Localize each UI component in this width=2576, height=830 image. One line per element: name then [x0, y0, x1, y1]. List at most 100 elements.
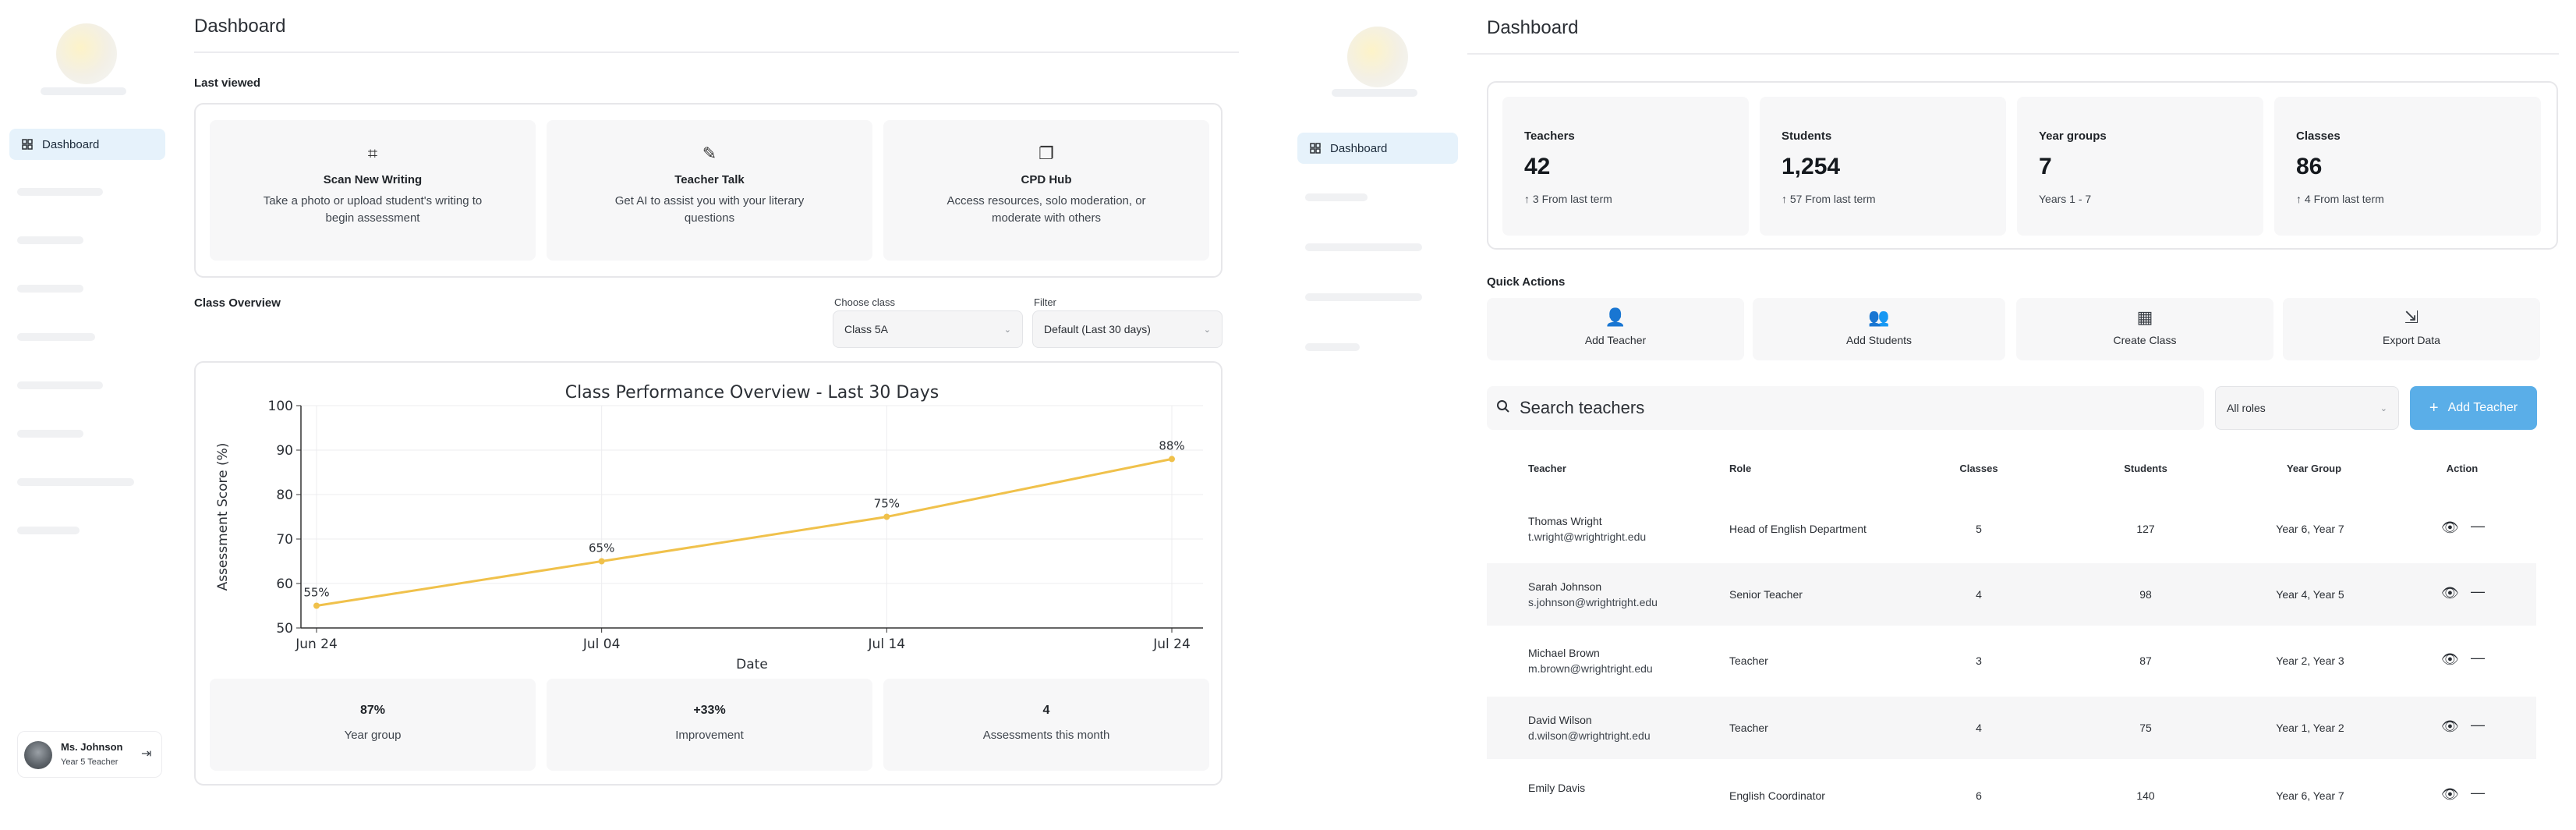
sidebar-item-placeholder[interactable]	[1305, 293, 1422, 301]
kpi-card-classes: Classes 86 ↑ 4 From last term	[2274, 97, 2541, 236]
x-tick-label: Jul 24	[1152, 637, 1191, 652]
app-logo	[1347, 27, 1408, 87]
users-icon: 👥	[1868, 307, 1890, 327]
kpi-value: 1,254	[1782, 154, 1841, 179]
search-input[interactable]: Search teachers	[1487, 386, 2204, 430]
copy-icon: ❐	[1039, 144, 1054, 163]
tile-cpd-hub[interactable]: ❐ CPD Hub Access resources, solo moderat…	[883, 120, 1209, 261]
minus-icon[interactable]: —	[2471, 717, 2485, 733]
eye-icon[interactable]: 👁	[2441, 520, 2459, 536]
sidebar-item-placeholder[interactable]	[1305, 343, 1360, 351]
sidebar-item-label: Dashboard	[42, 137, 100, 151]
sidebar-item-placeholder[interactable]	[17, 527, 80, 534]
filter-value: Default (Last 30 days)	[1044, 323, 1151, 335]
sidebar-item-placeholder[interactable]	[17, 381, 103, 389]
kpi-label: Students	[1782, 129, 1832, 143]
tile-teacher-talk[interactable]: ✎ Teacher Talk Get AI to assist you with…	[547, 120, 872, 261]
x-axis-label: Date	[736, 657, 768, 672]
choose-class-label: Choose class	[834, 296, 896, 308]
quick-action-export-data[interactable]: ⇲ Export Data	[2283, 298, 2540, 360]
teacher-students: 140	[2136, 789, 2155, 802]
search-icon	[1496, 398, 1510, 418]
stat-value: +33%	[693, 704, 726, 717]
minus-icon[interactable]: —	[2471, 650, 2485, 666]
eye-icon[interactable]: 👁	[2441, 786, 2459, 803]
arrow-up-icon: ↑	[1782, 193, 1787, 205]
teacher-students: 75	[2139, 722, 2152, 734]
sidebar-item-placeholder[interactable]	[17, 333, 95, 341]
table-row[interactable]: Michael Brown m.brown@wrightright.edu Te…	[1487, 630, 2536, 692]
table-row[interactable]: David Wilson d.wilson@wrightright.edu Te…	[1487, 697, 2536, 759]
teacher-role: Teacher	[1729, 654, 1768, 667]
choose-class-select[interactable]: Class 5A ⌄	[833, 310, 1023, 348]
teacher-name: Sarah Johnson	[1528, 580, 1602, 593]
export-icon: ⇲	[2404, 307, 2419, 327]
sidebar-item-dashboard[interactable]: Dashboard	[9, 129, 165, 160]
stat-card: 4 Assessments this month	[883, 679, 1209, 771]
stat-label: Assessments this month	[982, 729, 1110, 742]
quick-action-add-students[interactable]: 👥 Add Students	[1753, 298, 2005, 360]
teacher-year-group: Year 2, Year 3	[2276, 654, 2344, 667]
eye-icon[interactable]: 👁	[2441, 585, 2459, 601]
sidebar-item-placeholder[interactable]	[1305, 193, 1368, 201]
minus-icon[interactable]: —	[2471, 518, 2485, 534]
teacher-name: David Wilson	[1528, 714, 1592, 726]
add-teacher-button[interactable]: + Add Teacher	[2410, 386, 2537, 430]
minus-icon[interactable]: —	[2471, 583, 2485, 600]
teacher-role: Senior Teacher	[1729, 588, 1803, 601]
tile-description: Get AI to assist you with your literary q…	[614, 194, 805, 225]
teacher-email: m.brown@wrightright.edu	[1528, 662, 1653, 675]
tile-title: Scan New Writing	[323, 173, 423, 186]
sidebar-item-placeholder[interactable]	[17, 236, 83, 244]
kpi-card-year-groups: Year groups 7 Years 1 - 7	[2017, 97, 2263, 236]
kpi-panel: Teachers 42 ↑ 3 From last term Students …	[1487, 81, 2558, 250]
teacher-role: English Coordinator	[1729, 789, 1825, 802]
left-sidebar: Dashboard Ms. Johnson Year 5 Teacher ⇥	[0, 0, 175, 830]
roles-select[interactable]: All roles ⌄	[2215, 386, 2399, 430]
quick-action-create-class[interactable]: ▦ Create Class	[2016, 298, 2273, 360]
y-tick-label: 80	[276, 488, 293, 503]
class-overview-panel: Class Performance Overview - Last 30 Day…	[194, 361, 1223, 786]
minus-icon[interactable]: —	[2471, 785, 2485, 801]
teacher-name: Emily Davis	[1528, 782, 1586, 794]
user-card[interactable]: Ms. Johnson Year 5 Teacher ⇥	[17, 731, 162, 778]
eye-icon[interactable]: 👁	[2441, 718, 2459, 735]
kpi-sub: ↑ 57 From last term	[1782, 193, 1876, 205]
sidebar-item-placeholder[interactable]	[17, 285, 83, 293]
tile-scan-new-writing[interactable]: ⌗ Scan New Writing Take a photo or uploa…	[210, 120, 536, 261]
quick-action-add-teacher[interactable]: 👤 Add Teacher	[1487, 298, 1744, 360]
quick-action-label: Add Students	[1845, 334, 1913, 346]
user-name: Ms. Johnson	[61, 741, 123, 753]
filter-select[interactable]: Default (Last 30 days) ⌄	[1032, 310, 1223, 348]
sidebar-item-placeholder[interactable]	[17, 188, 103, 196]
teacher-classes: 5	[1976, 523, 1982, 535]
sidebar-item-placeholder[interactable]	[17, 430, 83, 438]
eye-icon[interactable]: 👁	[2441, 651, 2459, 668]
scan-icon: ⌗	[367, 144, 378, 163]
logout-icon[interactable]: ⇥	[141, 746, 151, 761]
teacher-name: Thomas Wright	[1528, 515, 1602, 527]
teacher-classes: 4	[1976, 722, 1982, 734]
right-sidebar: Dashboard	[1286, 0, 1466, 830]
table-header-role: Role	[1729, 463, 1752, 474]
arrow-up-icon: ↑	[2296, 193, 2302, 205]
user-role: Year 5 Teacher	[61, 757, 119, 767]
teacher-email: d.wilson@wrightright.edu	[1528, 729, 1651, 742]
sidebar-item-placeholder[interactable]	[17, 478, 134, 486]
data-point	[598, 558, 605, 565]
teacher-year-group: Year 6, Year 7	[2276, 789, 2344, 802]
sidebar-item-placeholder[interactable]	[1305, 243, 1422, 251]
quick-action-label: Add Teacher	[1584, 334, 1647, 346]
data-point	[1169, 456, 1175, 463]
x-tick-label: Jul 14	[868, 637, 906, 652]
data-label: 75%	[874, 497, 900, 511]
sidebar-item-dashboard[interactable]: Dashboard	[1297, 133, 1458, 164]
table-row[interactable]: Thomas Wright t.wright@wrightright.edu H…	[1487, 498, 2536, 560]
x-tick-label: Jun 24	[295, 637, 338, 652]
quick-action-label: Export Data	[2383, 334, 2440, 346]
class-overview-label: Class Overview	[194, 296, 281, 310]
table-row[interactable]: Sarah Johnson s.johnson@wrightright.edu …	[1487, 563, 2536, 626]
kpi-card-students: Students 1,254 ↑ 57 From last term	[1760, 97, 2006, 236]
tile-title: CPD Hub	[1021, 173, 1072, 186]
table-row[interactable]: Emily Davis English Coordinator 6 140 Ye…	[1487, 764, 2536, 830]
